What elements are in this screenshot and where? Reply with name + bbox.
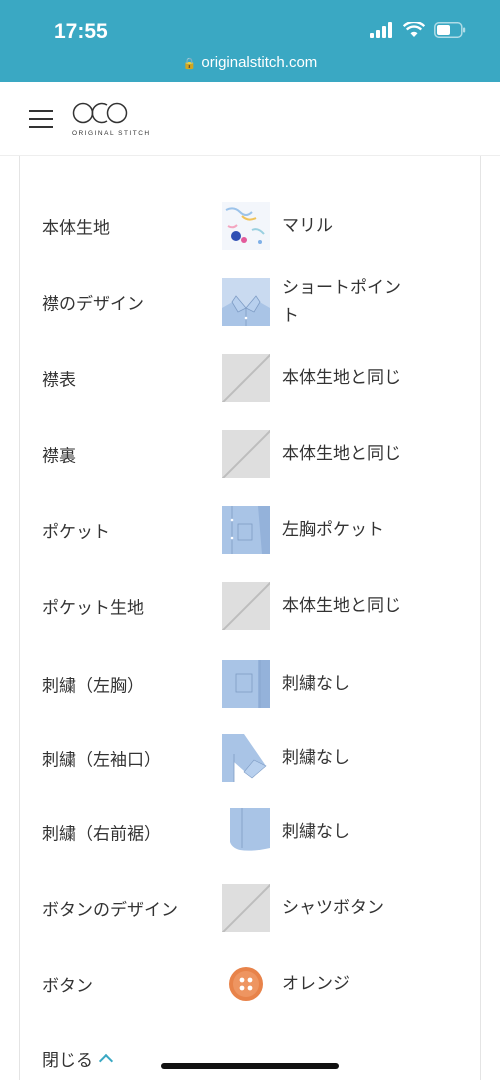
- url-text: originalstitch.com: [201, 54, 318, 71]
- option-row-fabric[interactable]: 本体生地 マリル: [42, 196, 462, 256]
- option-label: ボタン: [42, 976, 93, 997]
- option-row-pocket-fabric[interactable]: ポケット生地 本体生地と同じ: [42, 576, 462, 636]
- option-value: 本体生地と同じ: [282, 368, 401, 388]
- pocket-icon: [222, 506, 270, 554]
- address-bar[interactable]: 🔒 originalstitch.com: [0, 54, 500, 71]
- fabric-swatch-icon: [222, 202, 270, 250]
- option-value: 刺繍なし: [282, 748, 350, 768]
- option-value: 刺繍なし: [282, 822, 350, 842]
- option-row-button[interactable]: ボタン オレンジ: [42, 954, 462, 1014]
- hem-icon: [222, 808, 270, 856]
- option-value: 左胸ポケット: [282, 520, 384, 540]
- option-row-embroidery-hem[interactable]: 刺繍（右前裾） 刺繍なし: [42, 802, 462, 862]
- lock-icon: 🔒: [182, 58, 197, 70]
- option-label: ボタンのデザイン: [42, 900, 178, 921]
- placeholder-image-icon: [222, 430, 270, 478]
- placeholder-image-icon: [222, 354, 270, 402]
- option-value: 刺繍なし: [282, 674, 350, 694]
- option-row-collar-outer[interactable]: 襟表 本体生地と同じ: [42, 348, 462, 408]
- option-label: 本体生地: [42, 218, 110, 239]
- orange-button-icon: [222, 960, 270, 1008]
- site-logo[interactable]: ORIGINAL STITCH: [72, 102, 151, 137]
- option-value: 本体生地と同じ: [282, 596, 401, 616]
- status-bar: 17:55 🔒 originalstitch.com: [0, 0, 500, 82]
- collar-icon: [222, 278, 270, 326]
- menu-icon[interactable]: [29, 110, 53, 128]
- site-header: ORIGINAL STITCH: [0, 82, 500, 156]
- option-value: マリル: [282, 216, 333, 236]
- logo-mark-icon: [72, 102, 128, 124]
- close-button[interactable]: 閉じる: [42, 1046, 114, 1071]
- option-label: 襟表: [42, 370, 76, 391]
- home-indicator[interactable]: [161, 1063, 339, 1069]
- battery-icon: [434, 22, 466, 38]
- status-time: 17:55: [54, 20, 108, 43]
- close-label: 閉じる: [42, 1051, 93, 1071]
- option-label: 刺繍（右前裾）: [42, 824, 161, 845]
- wifi-icon: [403, 22, 425, 37]
- option-label: ポケット: [42, 522, 110, 543]
- option-row-button-design[interactable]: ボタンのデザイン シャツボタン: [42, 878, 462, 938]
- option-value: シャツボタン: [282, 898, 384, 918]
- option-value: ショートポイント: [282, 278, 401, 326]
- option-value: 本体生地と同じ: [282, 444, 401, 464]
- option-label: 刺繍（左胸）: [42, 676, 144, 697]
- option-label: ポケット生地: [42, 598, 144, 619]
- option-row-collar[interactable]: 襟のデザイン ショートポイント: [42, 272, 462, 332]
- option-row-collar-inner[interactable]: 襟裏 本体生地と同じ: [42, 424, 462, 484]
- option-label: 襟のデザイン: [42, 294, 144, 315]
- option-value: オレンジ: [282, 974, 350, 994]
- chevron-up-icon: [98, 1053, 114, 1069]
- status-icons: [370, 22, 466, 38]
- option-row-embroidery-cuff[interactable]: 刺繍（左袖口） 刺繍なし: [42, 728, 462, 788]
- sleeve-icon: [222, 734, 270, 782]
- option-label: 襟裏: [42, 446, 76, 467]
- placeholder-image-icon: [222, 582, 270, 630]
- option-label: 刺繍（左袖口）: [42, 750, 161, 771]
- signal-icon: [370, 22, 392, 38]
- option-row-embroidery-chest[interactable]: 刺繍（左胸） 刺繍なし: [42, 654, 462, 714]
- logo-text: ORIGINAL STITCH: [72, 130, 151, 137]
- option-row-pocket[interactable]: ポケット 左胸ポケット: [42, 500, 462, 560]
- order-options-card: 本体生地 マリル 襟のデザイン ショートポイント 襟表 本体生地と同じ 襟裏 本…: [19, 156, 481, 1080]
- chest-icon: [222, 660, 270, 708]
- placeholder-image-icon: [222, 884, 270, 932]
